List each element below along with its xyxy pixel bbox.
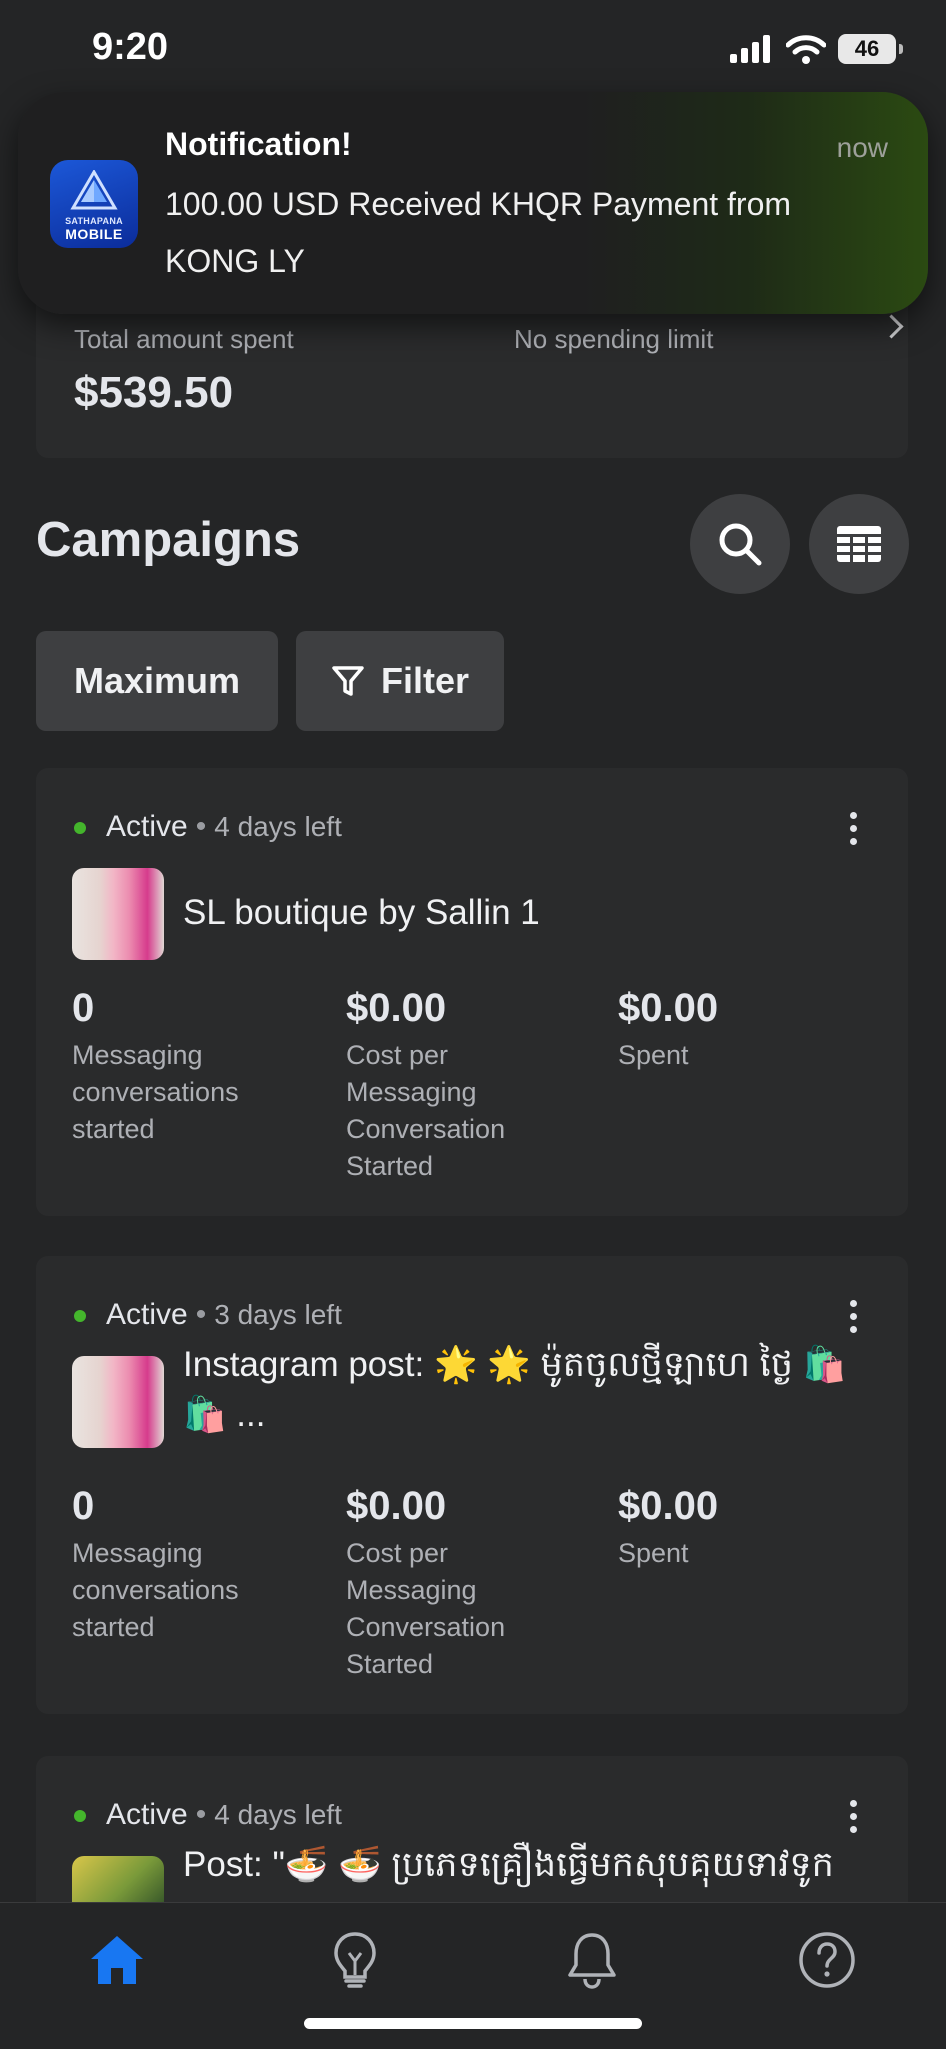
app-logo-mark xyxy=(70,170,118,210)
metric-label: Messaging conversations started xyxy=(72,1040,239,1144)
metric-cost-per-conversation: $0.00 Cost per Messaging Conversation St… xyxy=(346,1484,576,1683)
metric-label: Spent xyxy=(618,1538,689,1568)
campaign-thumbnail xyxy=(72,1356,164,1448)
metric-label: Cost per Messaging Conversation Started xyxy=(346,1040,506,1181)
metric-value: $0.00 xyxy=(618,1484,719,1528)
bell-icon xyxy=(568,1933,616,1989)
campaign-status: Active • 3 days left xyxy=(106,1298,342,1332)
cellular-signal-icon xyxy=(730,35,770,63)
notification-time: now xyxy=(836,132,888,163)
active-status-dot xyxy=(74,1310,86,1322)
search-button[interactable] xyxy=(690,494,790,594)
separator-dot: • xyxy=(195,1798,207,1831)
more-options-icon[interactable] xyxy=(850,1800,858,1833)
app-logo-text: MOBILE xyxy=(65,226,123,242)
app-logo: SATHAPANA MOBILE xyxy=(50,160,138,248)
separator-dot: • xyxy=(195,810,207,843)
filter-button[interactable]: Filter xyxy=(296,631,504,731)
status-label: Active xyxy=(106,1298,188,1331)
status-label: Active xyxy=(106,1798,188,1831)
filter-label: Filter xyxy=(380,660,469,701)
nav-home[interactable] xyxy=(82,1925,152,1995)
separator-dot: • xyxy=(195,1298,207,1331)
nav-insights[interactable] xyxy=(320,1925,390,1995)
metric-label: Spent xyxy=(618,1040,689,1070)
metric-spent: $0.00 Spent xyxy=(618,1484,848,1572)
active-status-dot xyxy=(74,1810,86,1822)
more-options-icon[interactable] xyxy=(850,812,858,845)
campaign-card[interactable]: Active • 4 days left SL boutique by Sallin… xyxy=(36,768,908,1216)
metric-label: Messaging conversations started xyxy=(72,1538,239,1642)
time-left: 4 days left xyxy=(214,1799,342,1830)
notification-body: 100.00 USD Received KHQR Payment from KO… xyxy=(165,186,792,279)
metric-spent: $0.00 Spent xyxy=(618,986,848,1074)
home-icon xyxy=(91,1936,143,1984)
sort-maximum-button[interactable]: Maximum xyxy=(36,631,278,731)
notification-banner[interactable]: SATHAPANA MOBILE Notification! now 100.0… xyxy=(18,92,928,314)
campaigns-title: Campaigns xyxy=(36,513,301,567)
status-label: Active xyxy=(106,810,188,843)
battery-level: 46 xyxy=(854,36,880,61)
lightbulb-icon xyxy=(334,1932,376,1988)
campaign-name: Instagram post: 🌟 🌟 ម៉ូតចូលថ្មីឡាហេ ថ្ងៃ… xyxy=(183,1345,847,1434)
active-status-dot xyxy=(74,822,86,834)
metric-value: 0 xyxy=(72,1484,95,1528)
notification-title: Notification! xyxy=(165,126,352,162)
battery-icon: 46 xyxy=(838,34,903,64)
metric-value: $0.00 xyxy=(346,986,447,1030)
help-icon xyxy=(799,1932,855,1988)
campaign-name: Post: "🍜 🍜 ប្រភេទគ្រឿងធ្វើមកសុបគុយទាវទូក xyxy=(183,1845,834,1884)
time-left: 4 days left xyxy=(214,811,342,842)
status-time: 9:20 xyxy=(92,26,169,68)
total-spent-label: Total amount spent xyxy=(74,324,294,354)
metric-cost-per-conversation: $0.00 Cost per Messaging Conversation St… xyxy=(346,986,576,1185)
sort-maximum-label: Maximum xyxy=(73,660,241,701)
table-icon xyxy=(837,526,881,562)
app-logo-text-small: SATHAPANA xyxy=(65,216,123,226)
nav-help[interactable] xyxy=(792,1925,862,1995)
campaign-status: Active • 4 days left xyxy=(106,1798,342,1832)
more-options-icon[interactable] xyxy=(850,1300,858,1333)
home-indicator xyxy=(304,2018,642,2029)
total-spent-value: $539.50 xyxy=(74,368,234,417)
metric-conversations: 0 Messaging conversations started xyxy=(72,1484,302,1646)
metric-label: Cost per Messaging Conversation Started xyxy=(346,1538,506,1679)
nav-notifications[interactable] xyxy=(557,1925,627,1995)
metric-value: $0.00 xyxy=(346,1484,447,1528)
campaign-status: Active • 4 days left xyxy=(106,810,342,844)
campaign-card[interactable]: Active • 3 days left Instagram post: 🌟 🌟 ម… xyxy=(36,1256,908,1714)
table-view-button[interactable] xyxy=(809,494,909,594)
metric-conversations: 0 Messaging conversations started xyxy=(72,986,302,1148)
spending-limit-label: No spending limit xyxy=(514,324,714,354)
filter-icon xyxy=(332,666,364,696)
metric-value: $0.00 xyxy=(618,986,719,1030)
search-icon xyxy=(719,523,762,566)
wifi-icon xyxy=(786,35,826,64)
campaign-name: SL boutique by Sallin 1 xyxy=(183,893,540,932)
time-left: 3 days left xyxy=(214,1299,342,1330)
campaign-thumbnail xyxy=(72,868,164,960)
status-icons: 46 xyxy=(730,34,903,64)
metric-value: 0 xyxy=(72,986,95,1030)
